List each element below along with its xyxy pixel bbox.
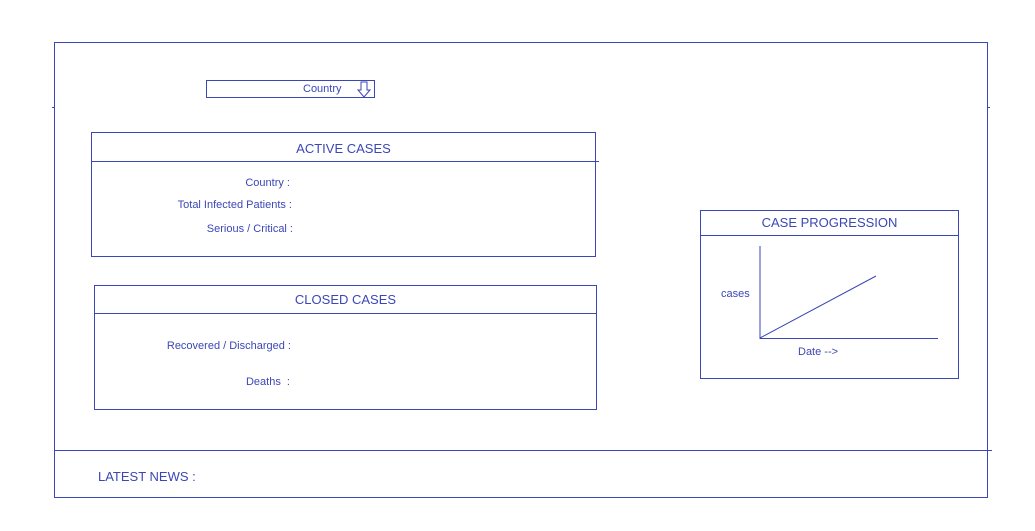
total-infected-label: Total Infected Patients : bbox=[177, 199, 292, 211]
deaths-label: Deaths : bbox=[245, 376, 290, 388]
trend-line bbox=[759, 275, 877, 339]
frame-tick-left bbox=[52, 107, 55, 108]
closed-cases-title: CLOSED CASES bbox=[294, 292, 397, 307]
recovered-label: Recovered / Discharged : bbox=[166, 340, 291, 352]
country-dropdown-value: Country bbox=[303, 83, 342, 95]
closed-cases-divider bbox=[95, 313, 596, 314]
x-axis-label: Date --> bbox=[798, 346, 839, 358]
active-country-label: Country : bbox=[245, 177, 290, 189]
active-cases-title: ACTIVE CASES bbox=[296, 141, 391, 156]
y-axis-label: cases bbox=[721, 288, 750, 300]
active-cases-divider bbox=[92, 161, 599, 162]
country-dropdown[interactable]: Country bbox=[206, 80, 375, 98]
closed-cases-panel: CLOSED CASES Recovered / Discharged : De… bbox=[94, 285, 597, 410]
arrow-down-icon[interactable] bbox=[357, 81, 371, 99]
frame-tick-right bbox=[987, 107, 990, 108]
active-cases-panel: ACTIVE CASES Country : Total Infected Pa… bbox=[91, 132, 599, 257]
case-progression-panel: CASE PROGRESSION cases Date --> bbox=[700, 210, 959, 379]
news-divider bbox=[54, 450, 992, 451]
latest-news-label: LATEST NEWS : bbox=[98, 469, 196, 484]
serious-critical-label: Serious / Critical : bbox=[206, 223, 293, 235]
